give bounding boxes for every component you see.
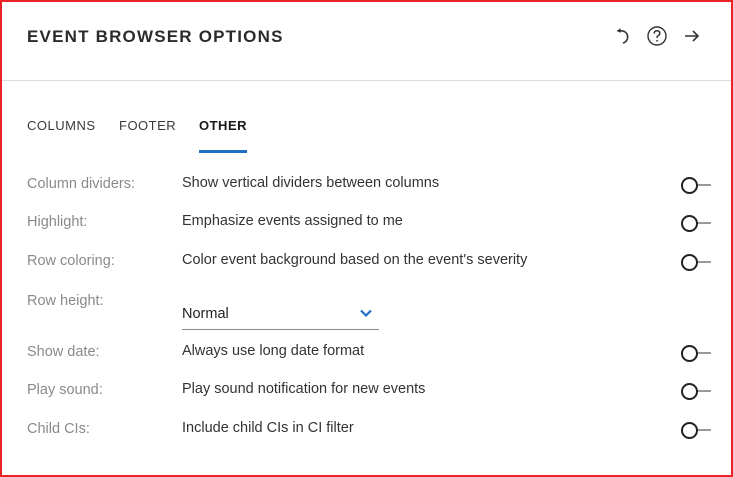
panel-header: EVENT BROWSER OPTIONS xyxy=(2,2,731,81)
active-tab-indicator xyxy=(199,150,247,153)
show-date-toggle[interactable] xyxy=(681,345,713,362)
option-description: Play sound notification for new events xyxy=(182,381,426,397)
tab-columns[interactable]: COLUMNS xyxy=(27,118,96,154)
child-cis-toggle[interactable] xyxy=(681,422,713,439)
option-row-row-height: Row height: Normal xyxy=(27,290,717,330)
arrow-right-icon[interactable] xyxy=(680,24,704,48)
toggle-knob xyxy=(681,177,698,194)
column-dividers-toggle[interactable] xyxy=(681,177,713,194)
chevron-down-icon xyxy=(359,306,373,324)
option-row-play-sound: Play sound: Play sound notification for … xyxy=(27,379,717,403)
option-row-highlight: Highlight: Emphasize events assigned to … xyxy=(27,211,717,235)
option-label: Show date: xyxy=(27,344,100,360)
tab-other-label: OTHER xyxy=(199,118,247,133)
option-row-show-date: Show date: Always use long date format xyxy=(27,341,717,365)
option-label: Row coloring: xyxy=(27,253,115,269)
toggle-knob xyxy=(681,254,698,271)
toggle-knob xyxy=(681,345,698,362)
toggle-knob xyxy=(681,383,698,400)
tab-other[interactable]: OTHER xyxy=(199,118,247,154)
help-icon[interactable] xyxy=(645,24,669,48)
option-description: Show vertical dividers between columns xyxy=(182,175,440,191)
panel-title: EVENT BROWSER OPTIONS xyxy=(27,27,284,46)
option-description: Always use long date format xyxy=(182,343,365,359)
row-coloring-toggle[interactable] xyxy=(681,254,713,271)
tab-columns-label: COLUMNS xyxy=(27,118,96,133)
play-sound-toggle[interactable] xyxy=(681,383,713,400)
row-height-select[interactable]: Normal xyxy=(182,300,379,330)
options-panel: EVENT BROWSER OPTIONS COLUMNS FOOTER OTH… xyxy=(0,0,733,477)
option-label: Highlight: xyxy=(27,214,88,230)
option-row-child-cis: Child CIs: Include child CIs in CI filte… xyxy=(27,418,717,442)
option-label: Column dividers: xyxy=(27,176,135,192)
option-label: Play sound: xyxy=(27,382,103,398)
undo-icon[interactable] xyxy=(612,24,636,48)
option-row-column-dividers: Column dividers: Show vertical dividers … xyxy=(27,173,717,197)
row-height-value: Normal xyxy=(182,306,229,322)
option-description: Emphasize events assigned to me xyxy=(182,213,403,229)
option-label: Row height: xyxy=(27,293,104,309)
tab-footer-label: FOOTER xyxy=(119,118,177,133)
option-label: Child CIs: xyxy=(27,421,90,437)
highlight-toggle[interactable] xyxy=(681,215,713,232)
toggle-knob xyxy=(681,422,698,439)
option-description: Color event background based on the even… xyxy=(182,252,528,268)
option-description: Include child CIs in CI filter xyxy=(182,420,354,436)
toggle-knob xyxy=(681,215,698,232)
tab-footer[interactable]: FOOTER xyxy=(119,118,176,154)
option-row-row-coloring: Row coloring: Color event background bas… xyxy=(27,250,717,274)
